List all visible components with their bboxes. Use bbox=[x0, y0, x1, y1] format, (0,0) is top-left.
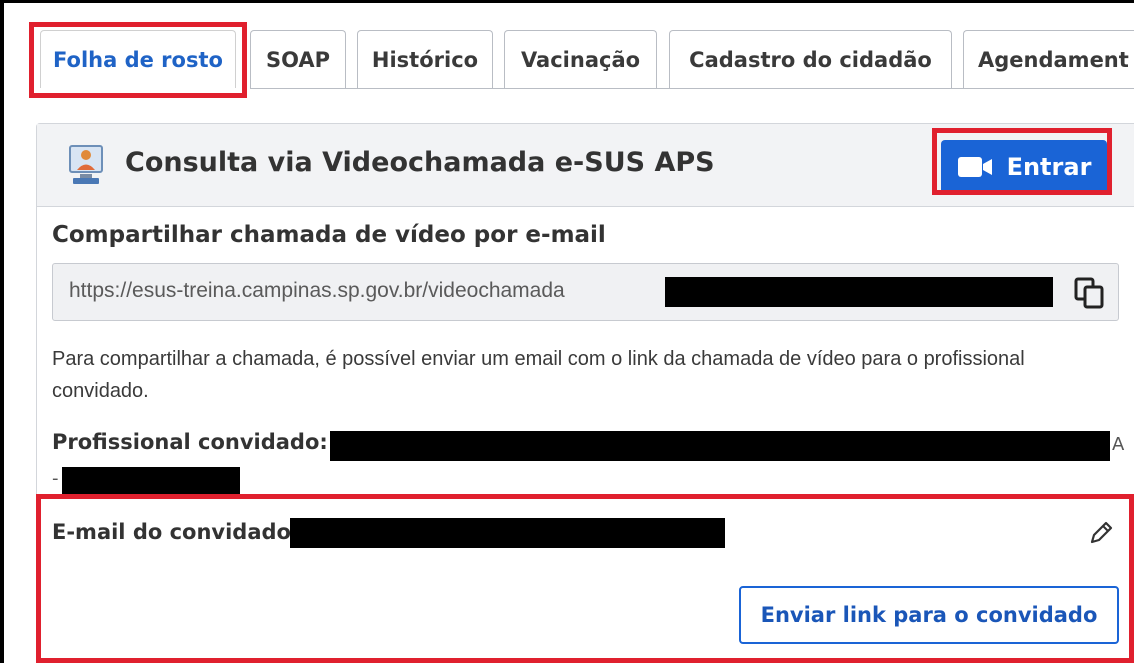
share-description: Para compartilhar a chamada, é possível … bbox=[52, 348, 1025, 402]
tab-vacinacao[interactable]: Vacinação bbox=[504, 30, 657, 88]
enter-button-label: Entrar bbox=[1006, 153, 1092, 181]
pencil-icon[interactable] bbox=[1088, 520, 1114, 546]
professional-name-trailing-char: A bbox=[1112, 434, 1125, 455]
guest-email-redaction bbox=[290, 518, 725, 548]
tab-cadastro-do-cidadao[interactable]: Cadastro do cidadão bbox=[669, 30, 952, 88]
tab-baseline bbox=[250, 88, 1134, 89]
tab-soap[interactable]: SOAP bbox=[250, 30, 346, 88]
tab-bar: Folha de rosto SOAP Histórico Vacinação … bbox=[0, 0, 1134, 100]
video-call-url-field[interactable]: https://esus-treina.campinas.sp.gov.br/v… bbox=[52, 263, 1119, 321]
professional-name-leading-char: - bbox=[52, 468, 59, 489]
card-title: Consulta via Videochamada e-SUS APS bbox=[125, 147, 715, 178]
professional-name-redaction-line2 bbox=[62, 467, 240, 495]
card-header: Consulta via Videochamada e-SUS APS Entr… bbox=[37, 124, 1134, 207]
professional-name-redaction bbox=[330, 431, 1110, 461]
tab-historico[interactable]: Histórico bbox=[357, 30, 493, 88]
send-link-button[interactable]: Enviar link para o convidado bbox=[739, 586, 1119, 644]
video-consultation-icon bbox=[69, 145, 103, 184]
tab-agendamento[interactable]: Agendament bbox=[963, 30, 1134, 88]
copy-icon[interactable] bbox=[1073, 276, 1107, 310]
guest-email-label: E-mail do convidado: bbox=[52, 520, 300, 544]
share-section-title: Compartilhar chamada de vídeo por e-mail bbox=[52, 222, 606, 248]
video-camera-icon bbox=[957, 157, 992, 177]
tab-folha-de-rosto[interactable]: Folha de rosto bbox=[40, 30, 236, 88]
professional-label: Profissional convidado: bbox=[52, 430, 328, 454]
video-call-url-text[interactable]: https://esus-treina.campinas.sp.gov.br/v… bbox=[69, 279, 565, 303]
url-redaction bbox=[665, 277, 1053, 307]
enter-button[interactable]: Entrar bbox=[941, 140, 1107, 194]
